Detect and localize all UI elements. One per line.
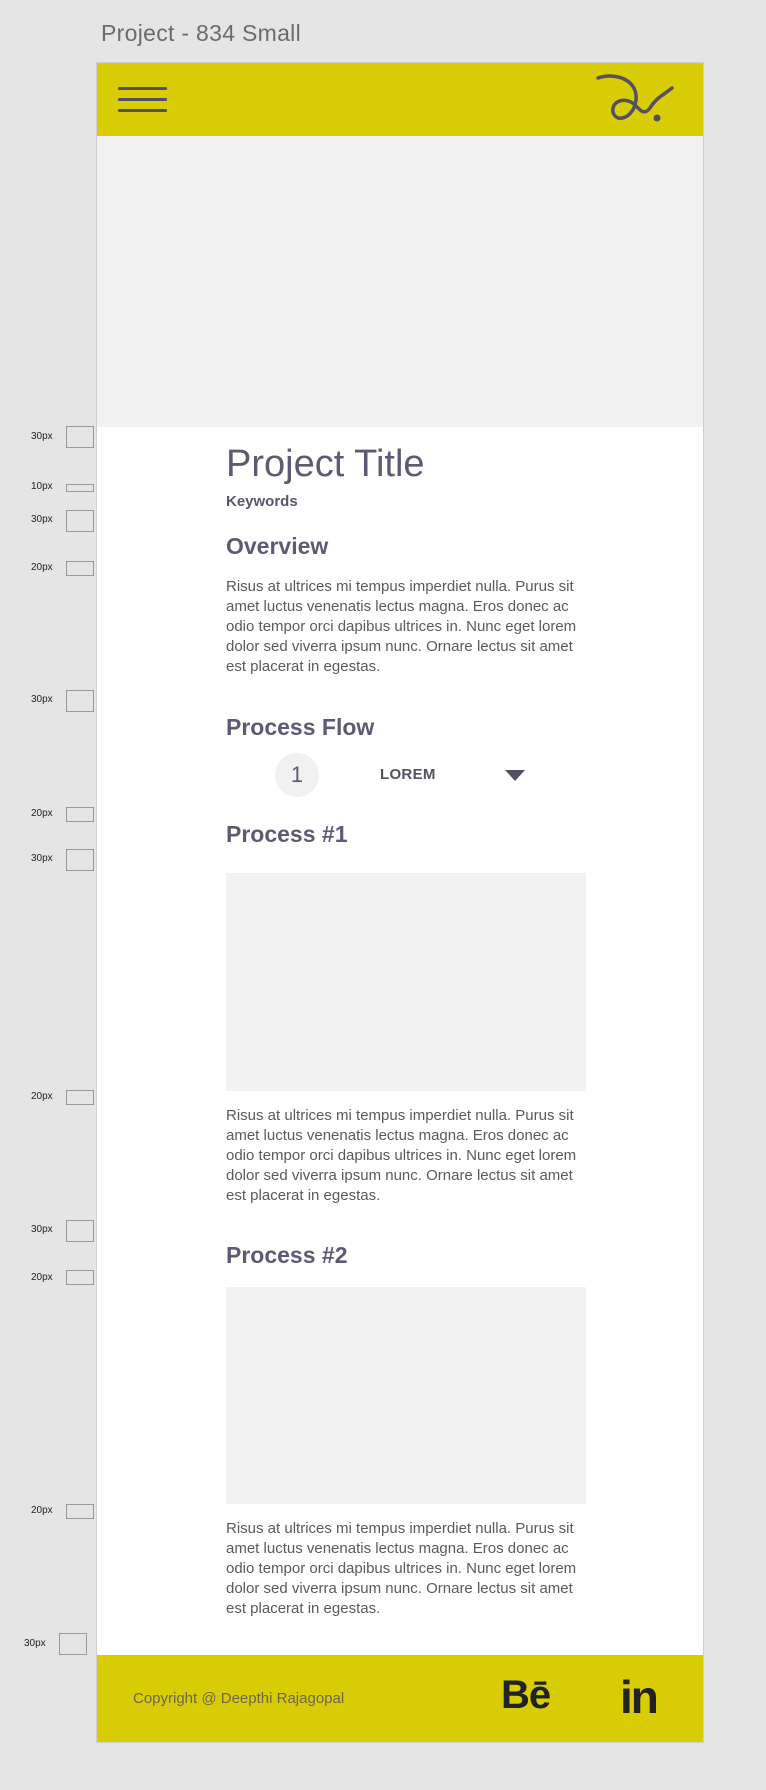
process2-heading: Process #2	[226, 1242, 348, 1268]
behance-icon[interactable]: Bē	[501, 1673, 551, 1718]
process1-heading: Process #1	[226, 821, 348, 847]
flow-step-number[interactable]: 1	[275, 753, 319, 797]
spacing-box	[66, 510, 94, 532]
keywords-label: Keywords	[226, 493, 298, 510]
spacing-label: 30px	[31, 1224, 53, 1235]
project-title: Project Title	[226, 443, 425, 485]
spacing-box	[66, 1220, 94, 1242]
spacing-label: 30px	[31, 694, 53, 705]
mobile-frame: Project Title Keywords Overview Risus at…	[96, 62, 704, 1743]
overview-heading: Overview	[226, 533, 329, 559]
linkedin-icon[interactable]: in	[620, 1670, 659, 1724]
spacing-box	[66, 1090, 94, 1105]
spacing-label: 10px	[31, 481, 53, 492]
process1-image-placeholder	[226, 873, 586, 1091]
spacing-box	[66, 807, 94, 822]
menu-icon[interactable]	[118, 87, 167, 113]
process2-image-placeholder	[226, 1287, 586, 1504]
dropdown-caret-icon[interactable]	[505, 770, 525, 781]
header-bar	[97, 63, 703, 136]
spacing-box	[66, 1270, 94, 1285]
flow-step-label[interactable]: LOREM	[380, 766, 436, 783]
copyright-text: Copyright @ Deepthi Rajagopal	[133, 1690, 345, 1707]
overview-text: Risus at ultrices mi tempus imperdiet nu…	[226, 578, 577, 675]
spacing-label: 20px	[31, 562, 53, 573]
process-flow-heading: Process Flow	[226, 714, 375, 740]
hero-image-placeholder	[97, 136, 703, 427]
spacing-label: 30px	[31, 514, 53, 525]
spacing-label: 20px	[31, 1505, 53, 1516]
logo-signature[interactable]	[594, 74, 676, 126]
spacing-box	[66, 1504, 94, 1519]
spacing-label: 30px	[31, 431, 53, 442]
process-flow-selector[interactable]: 1 LOREM	[226, 753, 586, 797]
spacing-label: 20px	[31, 808, 53, 819]
spacing-box	[66, 561, 94, 576]
process1-text: Risus at ultrices mi tempus imperdiet nu…	[226, 1107, 577, 1204]
footer-bar: Copyright @ Deepthi Rajagopal Bē in	[97, 1655, 703, 1742]
frame-title: Project - 834 Small	[101, 20, 301, 46]
spacing-label: 20px	[31, 1272, 53, 1283]
spacing-box	[66, 690, 94, 712]
spacing-label: 30px	[24, 1638, 46, 1649]
process2-text: Risus at ultrices mi tempus imperdiet nu…	[226, 1520, 577, 1617]
spacing-box	[59, 1633, 87, 1655]
spacing-box	[66, 484, 94, 492]
spacing-label: 30px	[31, 853, 53, 864]
spacing-label: 20px	[31, 1091, 53, 1102]
spacing-box	[66, 426, 94, 448]
spacing-box	[66, 849, 94, 871]
